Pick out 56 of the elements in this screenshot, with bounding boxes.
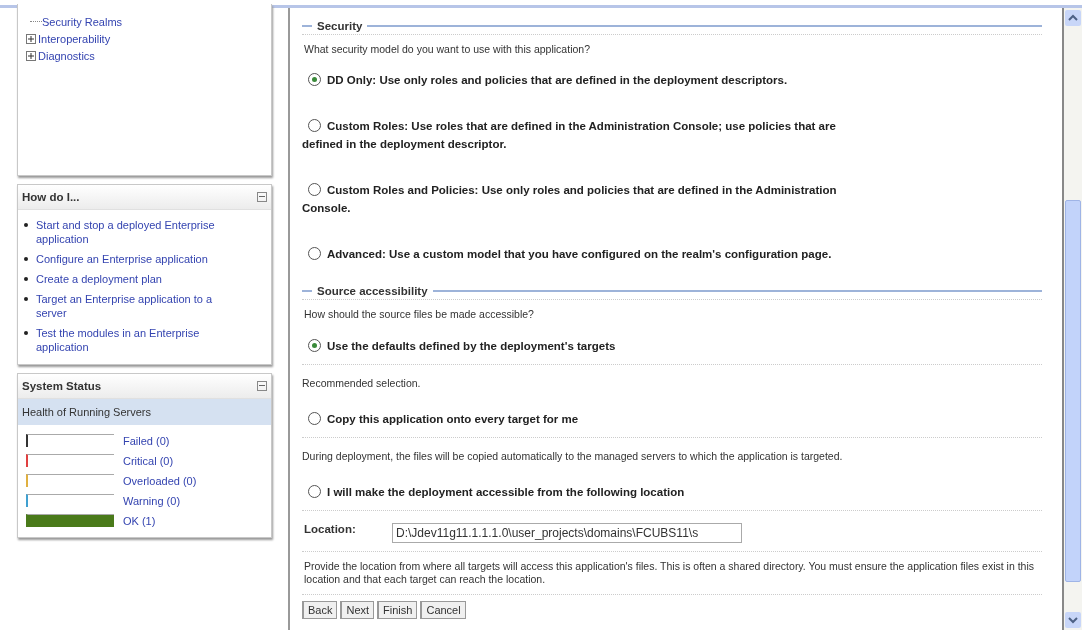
help-link[interactable]: Create a deployment plan (36, 272, 162, 286)
field-label: Location: (304, 523, 357, 535)
bullet-icon (24, 297, 28, 301)
scrollbar[interactable] (1062, 8, 1082, 630)
help-link[interactable]: Start and stop a deployed Enterprise application (36, 218, 241, 246)
radio-option[interactable]: Custom Roles and Policies: Use only roles and policies that are defined in the Administration Console. (302, 173, 867, 237)
bullet-icon (24, 331, 28, 335)
bullet-icon (24, 257, 28, 261)
bullet-icon (24, 277, 28, 281)
panel-title: System Status (22, 380, 102, 392)
radio-option[interactable]: Copy this application onto every target for me (302, 401, 1042, 438)
wizard-button[interactable]: Cancel (420, 601, 466, 619)
radio-option[interactable]: Advanced: Use a custom model that you have configured on the realm's configuration page. (302, 237, 867, 283)
radio-icon[interactable] (308, 412, 321, 425)
health-link[interactable]: Warning (0) (123, 494, 181, 507)
help-link[interactable]: Test the modules in an Enterprise application (36, 326, 241, 354)
radio-option[interactable]: DD Only: Use only roles and policies that are defined in the deployment descriptors. (302, 63, 867, 109)
health-link[interactable]: Failed (0) (123, 434, 170, 447)
collapse-icon[interactable] (257, 192, 267, 202)
wizard-button[interactable]: Next (340, 601, 375, 619)
radio-icon[interactable] (308, 339, 321, 352)
tree-item[interactable]: Diagnostics (38, 49, 95, 62)
wizard-button[interactable]: Finish (377, 601, 418, 619)
scroll-thumb[interactable] (1065, 200, 1081, 582)
collapse-icon[interactable] (257, 381, 267, 391)
radio-icon[interactable] (308, 247, 321, 260)
expand-icon[interactable] (26, 50, 36, 61)
help-text: Provide the location from where all targets will access this application's files. This is often a shared directory. You must ensure the application files exist in this location and that each target can reach the location. (302, 552, 1042, 595)
scroll-up-icon[interactable] (1065, 10, 1081, 26)
question-text: What security model do you want to use with this application? (303, 42, 591, 57)
tree-item[interactable]: Security Realms (42, 15, 123, 28)
health-link[interactable]: OK (1) (123, 514, 156, 527)
note-text: Recommended selection. (302, 376, 422, 391)
section-title: Source accessibility (317, 285, 428, 297)
section-subtitle: Health of Running Servers (18, 399, 271, 425)
radio-icon[interactable] (308, 119, 321, 132)
radio-icon[interactable] (308, 485, 321, 498)
question-text: How should the source files be made accessible? (303, 307, 535, 322)
radio-option[interactable]: Custom Roles: Use roles that are defined in the Administration Console; use policies that are defined in the deployment descriptor. (302, 109, 867, 173)
scroll-down-icon[interactable] (1065, 612, 1081, 628)
tree-item[interactable]: Interoperability (38, 32, 111, 45)
health-link[interactable]: Critical (0) (123, 454, 174, 467)
section-title: Security (317, 20, 363, 32)
radio-icon[interactable] (308, 183, 321, 196)
note-text: During deployment, the files will be copied automatically to the managed servers to which the application is targeted. (302, 449, 844, 464)
panel-title: How do I... (22, 191, 80, 203)
bullet-icon (24, 223, 28, 227)
help-link[interactable]: Target an Enterprise application to a server (36, 292, 241, 320)
help-link[interactable]: Configure an Enterprise application (36, 252, 208, 266)
radio-icon[interactable] (308, 73, 321, 86)
health-link[interactable]: Overloaded (0) (123, 474, 197, 487)
radio-option[interactable]: Use the defaults defined by the deployment's targets (302, 328, 1042, 365)
wizard-button[interactable]: Back (302, 601, 338, 619)
location-field[interactable]: D:\Jdev11g11.1.1.1.0\user_projects\domains\FCUBS11\s (392, 523, 742, 543)
radio-option[interactable]: I will make the deployment accessible from the following location (302, 474, 1042, 511)
expand-icon[interactable] (26, 33, 36, 44)
